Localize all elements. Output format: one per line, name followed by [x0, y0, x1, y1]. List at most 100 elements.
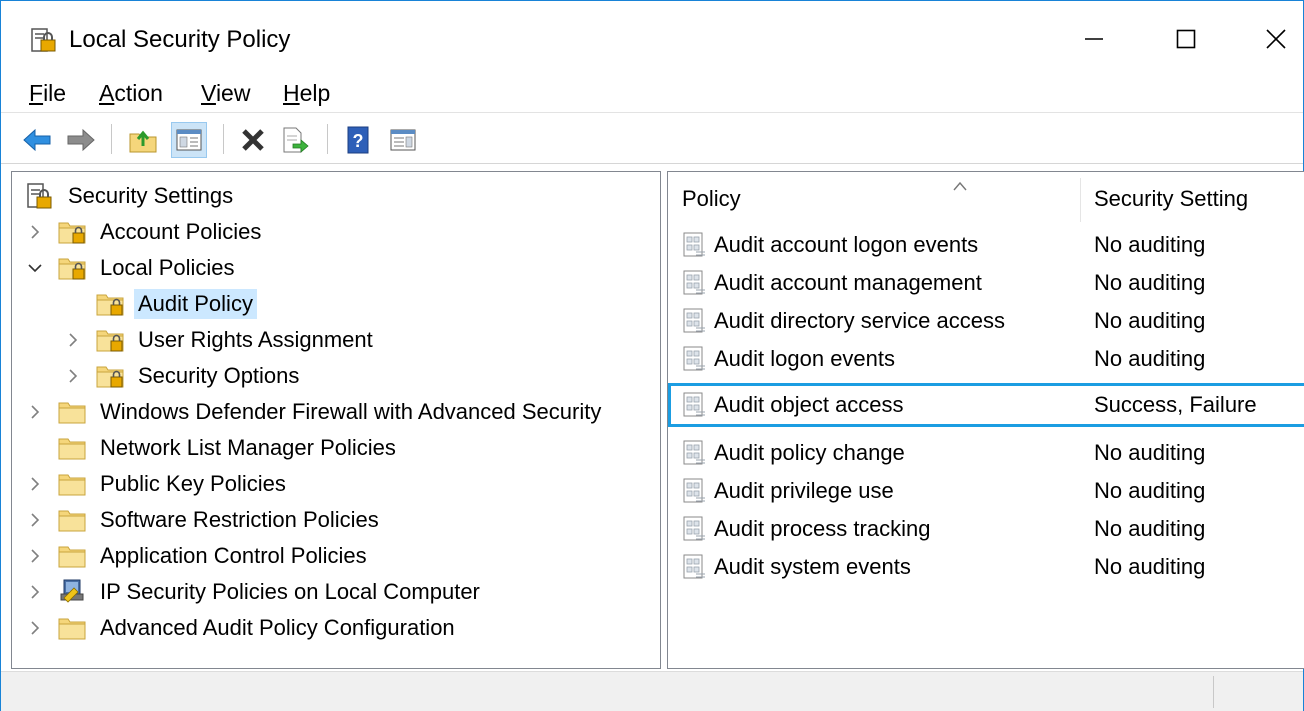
policy-setting-icon — [682, 232, 708, 258]
policy-setting-icon — [682, 270, 708, 296]
policy-name: Audit account management — [714, 270, 982, 295]
policy-row[interactable]: Audit policy change No auditing — [668, 434, 1304, 472]
policy-setting-icon — [682, 440, 708, 466]
maximize-icon — [1176, 29, 1196, 49]
policy-row[interactable]: Audit directory service access No auditin… — [668, 302, 1304, 340]
chevron-right-icon[interactable] — [24, 214, 46, 250]
folder-icon — [56, 468, 88, 500]
tree-item-user-rights-assignment[interactable]: User Rights Assignment — [62, 322, 377, 358]
tree-item-network-list-manager-policies[interactable]: Network List Manager Policies — [24, 430, 400, 466]
tree-item-software-restriction-policies[interactable]: Software Restriction Policies — [24, 502, 383, 538]
show-hide-tree-button[interactable] — [171, 122, 207, 158]
help-button[interactable]: ? — [341, 122, 377, 158]
toolbar-separator — [327, 124, 328, 154]
svg-text:?: ? — [353, 131, 364, 151]
chevron-right-icon[interactable] — [24, 574, 46, 610]
tree-expander-placeholder — [24, 430, 46, 466]
action-pane-button[interactable] — [385, 122, 421, 158]
policy-row[interactable]: Audit object access Success, Failure — [668, 383, 1304, 427]
policy-security-setting: No auditing — [1094, 478, 1206, 503]
policy-row[interactable]: Audit process tracking No auditing — [668, 510, 1304, 548]
tree-item-label: Advanced Audit Policy Configuration — [100, 615, 455, 640]
action-pane-icon — [390, 129, 416, 151]
delete-button[interactable] — [235, 122, 271, 158]
policy-setting-icon — [682, 392, 708, 418]
maximize-button[interactable] — [1151, 11, 1221, 67]
column-divider[interactable] — [1080, 178, 1081, 222]
tree-item-windows-defender-firewall-with-advanced-security[interactable]: Windows Defender Firewall with Advanced … — [24, 394, 605, 430]
chevron-right-icon[interactable] — [62, 322, 84, 358]
locked-folder-icon — [56, 216, 88, 248]
up-folder-icon — [129, 130, 157, 153]
policy-setting-icon — [682, 346, 708, 372]
menu-file[interactable]: File — [29, 78, 66, 108]
policy-security-setting: No auditing — [1094, 270, 1206, 295]
export-list-icon — [283, 127, 309, 153]
policy-name: Audit directory service access — [714, 308, 1005, 333]
minimize-button[interactable] — [1059, 11, 1129, 67]
policy-security-setting: No auditing — [1094, 440, 1206, 465]
policy-setting-icon — [682, 308, 708, 334]
menu-view[interactable]: View — [201, 78, 250, 108]
policy-name: Audit object access — [714, 392, 904, 417]
tree-item-security-options[interactable]: Security Options — [62, 358, 303, 394]
tree-root-security-settings[interactable]: Security Settings — [24, 178, 237, 214]
chevron-right-icon[interactable] — [24, 466, 46, 502]
close-icon — [1266, 29, 1286, 49]
tree-item-public-key-policies[interactable]: Public Key Policies — [24, 466, 290, 502]
locked-folder-icon — [94, 360, 126, 392]
tree-item-ip-security-policies-on-local-computer[interactable]: IP Security Policies on Local Computer — [24, 574, 484, 610]
menu-bar: File Action View Help — [1, 75, 1303, 113]
chevron-down-icon[interactable] — [24, 250, 46, 286]
tree-item-audit-policy[interactable]: Audit Policy — [62, 286, 257, 322]
tree-item-label: Account Policies — [100, 219, 262, 244]
policy-row[interactable]: Audit account logon events No auditing — [668, 226, 1304, 264]
column-header-security-setting[interactable]: Security Setting — [1094, 172, 1248, 226]
app-window: Local Security Policy File Action View H… — [0, 0, 1304, 711]
policy-row[interactable]: Audit account management No auditing — [668, 264, 1304, 302]
tree-item-label: Application Control Policies — [100, 543, 367, 568]
locked-folder-icon — [94, 324, 126, 356]
menu-action[interactable]: Action — [99, 78, 163, 108]
tree-item-local-policies[interactable]: Local Policies — [24, 250, 239, 286]
up-one-level-button[interactable] — [125, 122, 161, 158]
policy-row[interactable]: Audit system events No auditing — [668, 548, 1304, 586]
delete-icon — [242, 129, 264, 151]
tree-item-label: Local Policies — [100, 255, 235, 280]
column-header-policy[interactable]: Policy — [682, 172, 741, 226]
back-button[interactable] — [19, 122, 55, 158]
security-settings-icon — [24, 180, 56, 212]
policy-name: Audit system events — [714, 554, 911, 579]
policy-list-pane[interactable]: Policy Security Setting Audit account lo… — [667, 171, 1304, 669]
back-icon — [23, 128, 51, 152]
policy-name: Audit logon events — [714, 346, 896, 371]
status-bar — [1, 671, 1303, 711]
policy-setting-icon — [682, 554, 708, 580]
chevron-right-icon[interactable] — [24, 502, 46, 538]
locked-folder-icon — [94, 288, 126, 320]
policy-row[interactable]: Audit logon events No auditing — [668, 340, 1304, 378]
chevron-right-icon[interactable] — [24, 538, 46, 574]
console-tree-pane[interactable]: Security Settings Account Policies Local … — [11, 171, 661, 669]
tree-item-advanced-audit-policy-configuration[interactable]: Advanced Audit Policy Configuration — [24, 610, 459, 646]
close-button[interactable] — [1241, 11, 1304, 67]
chevron-right-icon[interactable] — [24, 394, 46, 430]
policy-security-setting: No auditing — [1094, 308, 1206, 333]
window-title: Local Security Policy — [69, 26, 291, 53]
tree-item-label: Audit Policy — [134, 289, 257, 319]
chevron-right-icon[interactable] — [62, 358, 84, 394]
tree-item-application-control-policies[interactable]: Application Control Policies — [24, 538, 371, 574]
forward-button[interactable] — [63, 122, 99, 158]
folder-icon — [56, 504, 88, 536]
policy-setting-icon — [682, 478, 708, 504]
status-bar-divider — [1213, 676, 1214, 708]
policy-row[interactable]: Audit privilege use No auditing — [668, 472, 1304, 510]
toolbar-separator — [111, 124, 112, 154]
title-bar[interactable]: Local Security Policy — [1, 1, 1303, 75]
chevron-right-icon[interactable] — [24, 610, 46, 646]
menu-help[interactable]: Help — [283, 78, 330, 108]
tree-item-account-policies[interactable]: Account Policies — [24, 214, 265, 250]
tree-root-label: Security Settings — [68, 183, 234, 208]
export-list-button[interactable] — [277, 122, 313, 158]
ip-security-icon — [56, 576, 88, 608]
